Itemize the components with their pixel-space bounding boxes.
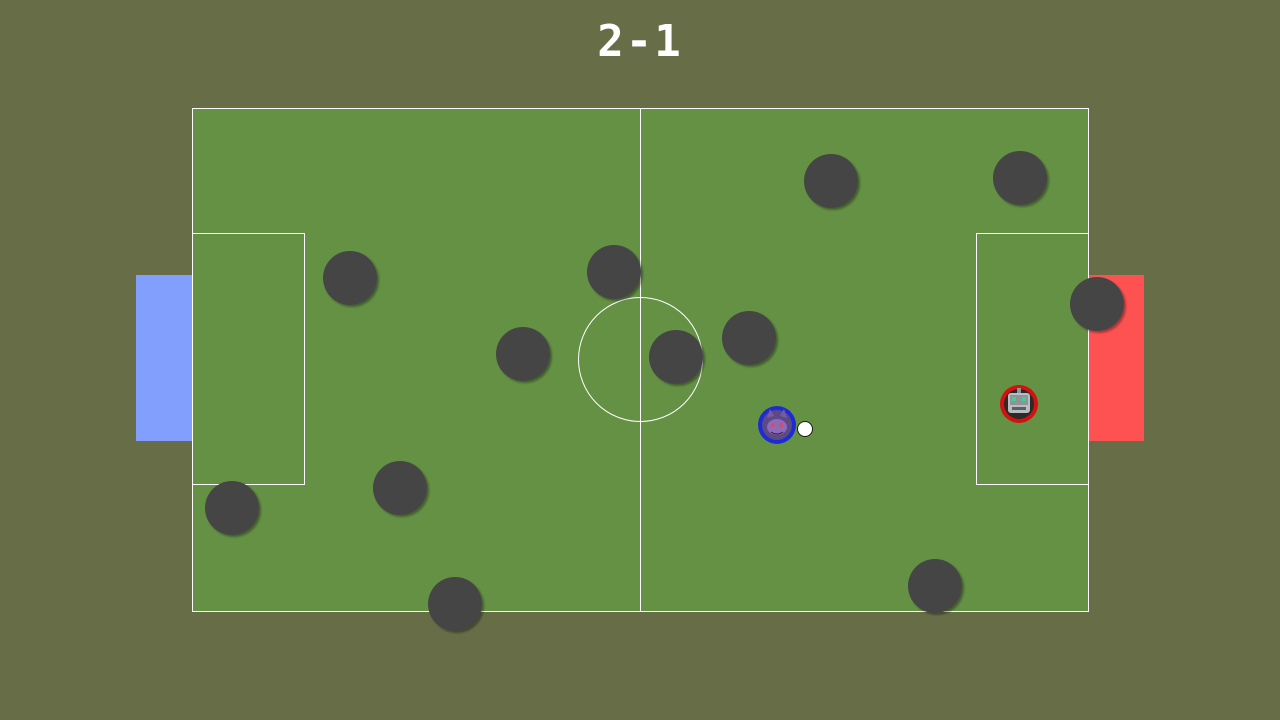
game-screen: 2-1 xyxy=(0,0,1280,720)
game-field xyxy=(136,108,1144,631)
ball xyxy=(797,421,813,437)
obstacle xyxy=(496,327,550,381)
obstacle xyxy=(804,154,858,208)
obstacle xyxy=(993,151,1047,205)
home-goal xyxy=(136,275,192,441)
obstacle xyxy=(722,311,776,365)
obstacle xyxy=(1070,277,1124,331)
home-player xyxy=(758,406,796,444)
obstacle xyxy=(323,251,377,305)
away-player xyxy=(1000,385,1038,423)
obstacle xyxy=(205,481,259,535)
obstacle xyxy=(373,461,427,515)
obstacle xyxy=(649,330,703,384)
obstacle xyxy=(428,577,482,631)
obstacle xyxy=(587,245,641,299)
obstacle xyxy=(908,559,962,613)
